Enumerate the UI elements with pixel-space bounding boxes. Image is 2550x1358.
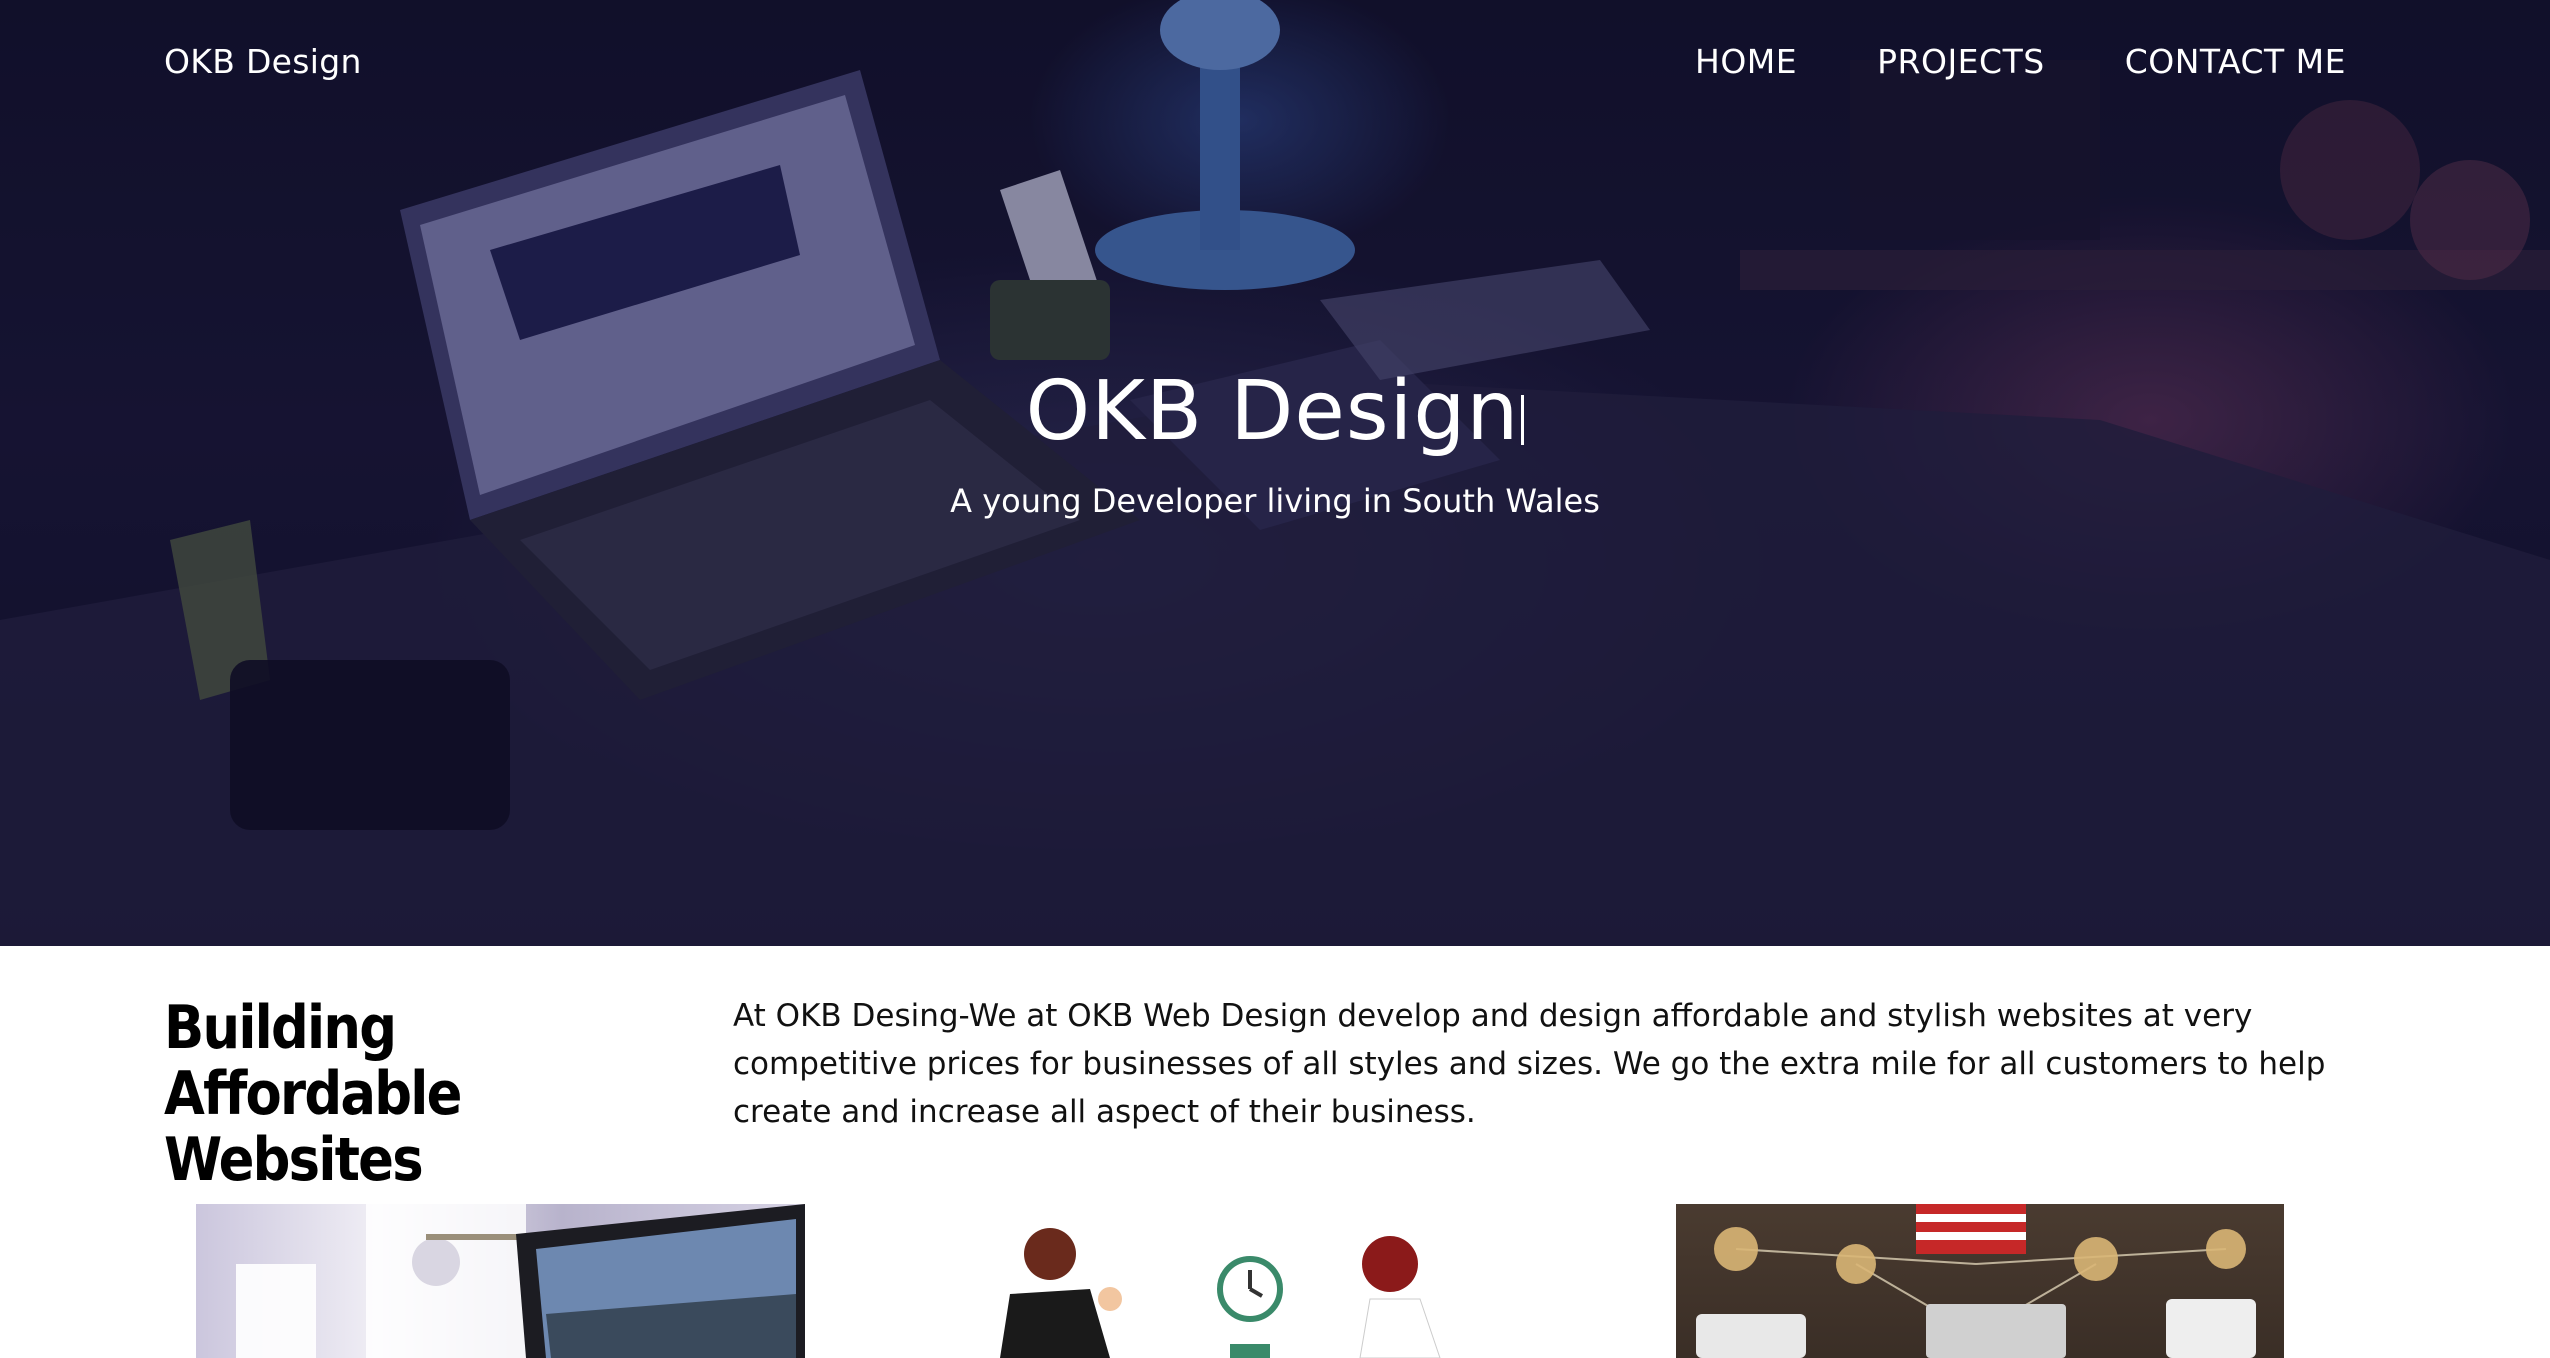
card-image-workspace[interactable] xyxy=(196,1204,805,1358)
nav-link-projects[interactable]: PROJECTS xyxy=(1877,42,2045,81)
workspace-photo xyxy=(236,1204,805,1358)
about-description: At OKB Desing-We at OKB Web Design devel… xyxy=(733,998,2326,1130)
nav-brand-logo[interactable]: OKB Design xyxy=(164,42,362,81)
nav-link-home[interactable]: HOME xyxy=(1695,42,1797,81)
nav-link-contact[interactable]: CONTACT ME xyxy=(2125,42,2346,81)
hero-subtitle: A young Developer living in South Wales xyxy=(950,482,1600,520)
card-image-meeting[interactable] xyxy=(980,1204,1470,1358)
card-image-team-devices[interactable] xyxy=(1676,1204,2284,1358)
meeting-illustration xyxy=(1000,1228,1441,1358)
typing-caret xyxy=(1521,395,1525,445)
hero-title-text: OKB Design xyxy=(1025,364,1520,459)
hero-section: OKB Design HOME PROJECTS CONTACT ME OKB … xyxy=(0,0,2550,946)
hero-overlay xyxy=(0,0,2550,946)
hero-title: OKB Design xyxy=(0,364,2550,459)
team-devices-photo xyxy=(1696,1204,2256,1358)
about-heading: Building Affordable Websites xyxy=(164,993,462,1195)
top-navigation: HOME PROJECTS CONTACT ME xyxy=(1695,42,2346,81)
